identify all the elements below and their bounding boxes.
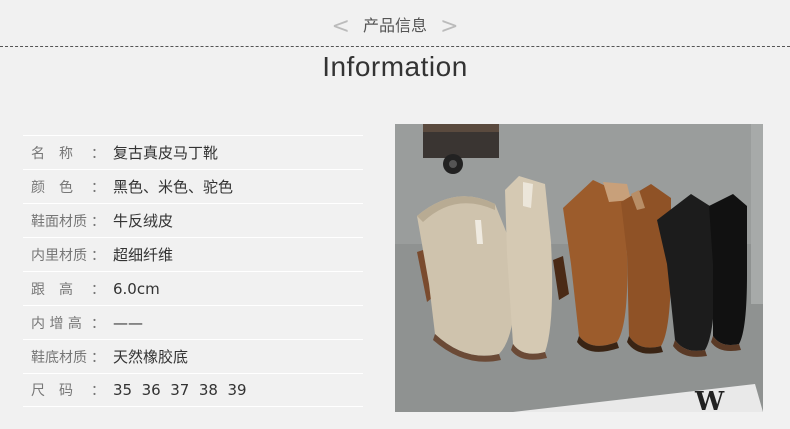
- dashed-divider: [0, 46, 790, 47]
- spec-colon: ：: [91, 213, 105, 230]
- spec-colon: ：: [91, 281, 105, 298]
- spec-value: 黑色、米色、驼色: [113, 178, 234, 196]
- spec-row-heel-height: 跟 高 ： 6.0cm: [23, 271, 363, 305]
- spec-value: 牛反绒皮: [113, 212, 174, 230]
- spec-table: 名 称 ： 复古真皮马丁靴 颜 色 ： 黑色、米色、驼色 鞋面材质 ： 牛反绒皮…: [23, 135, 363, 407]
- spec-colon: ：: [91, 315, 105, 332]
- spec-key: 内 增 高: [31, 315, 82, 332]
- section-title: Information: [322, 51, 468, 82]
- spec-key: 名 称: [31, 145, 73, 162]
- section-subtitle: 产品信息: [362, 16, 427, 35]
- spec-key: 尺 码: [31, 383, 73, 399]
- spec-key: 内里材质: [31, 247, 87, 264]
- boots-image: W: [395, 124, 763, 412]
- spec-key: 鞋底材质: [31, 349, 87, 366]
- spec-colon: ：: [91, 247, 105, 264]
- spec-value: 35 36 37 38 39: [113, 381, 247, 399]
- spec-value: 复古真皮马丁靴: [113, 144, 219, 162]
- spec-row-inner-lift: 内 增 高 ： ——: [23, 305, 363, 339]
- spec-key: 鞋面材质: [31, 213, 87, 230]
- spec-row-sole-material: 鞋底材质 ： 天然橡胶底: [23, 339, 363, 373]
- spec-row-name: 名 称 ： 复古真皮马丁靴: [23, 135, 363, 169]
- spec-row-size: 尺 码 ： 35 36 37 38 39: [23, 373, 363, 407]
- spec-key: 跟 高: [31, 281, 73, 298]
- chevron-right-icon: >: [440, 13, 459, 39]
- spec-value: 天然橡胶底: [113, 348, 189, 366]
- spec-row-upper-material: 鞋面材质 ： 牛反绒皮: [23, 203, 363, 237]
- section-header: < 产品信息 >: [0, 12, 790, 40]
- spec-value: 超细纤维: [113, 246, 174, 264]
- spec-colon: ：: [91, 145, 105, 162]
- spec-row-color: 颜 色 ： 黑色、米色、驼色: [23, 169, 363, 203]
- spec-value: ——: [113, 313, 143, 332]
- spec-value: 6.0cm: [113, 279, 160, 298]
- spec-colon: ：: [91, 349, 105, 366]
- product-photo: W: [395, 124, 763, 412]
- spec-colon: ：: [91, 179, 105, 196]
- spec-row-lining-material: 内里材质 ： 超细纤维: [23, 237, 363, 271]
- spec-key: 颜 色: [31, 179, 73, 196]
- chevron-left-icon: <: [331, 13, 350, 39]
- svg-text:W: W: [694, 387, 725, 412]
- spec-colon: ：: [91, 383, 105, 399]
